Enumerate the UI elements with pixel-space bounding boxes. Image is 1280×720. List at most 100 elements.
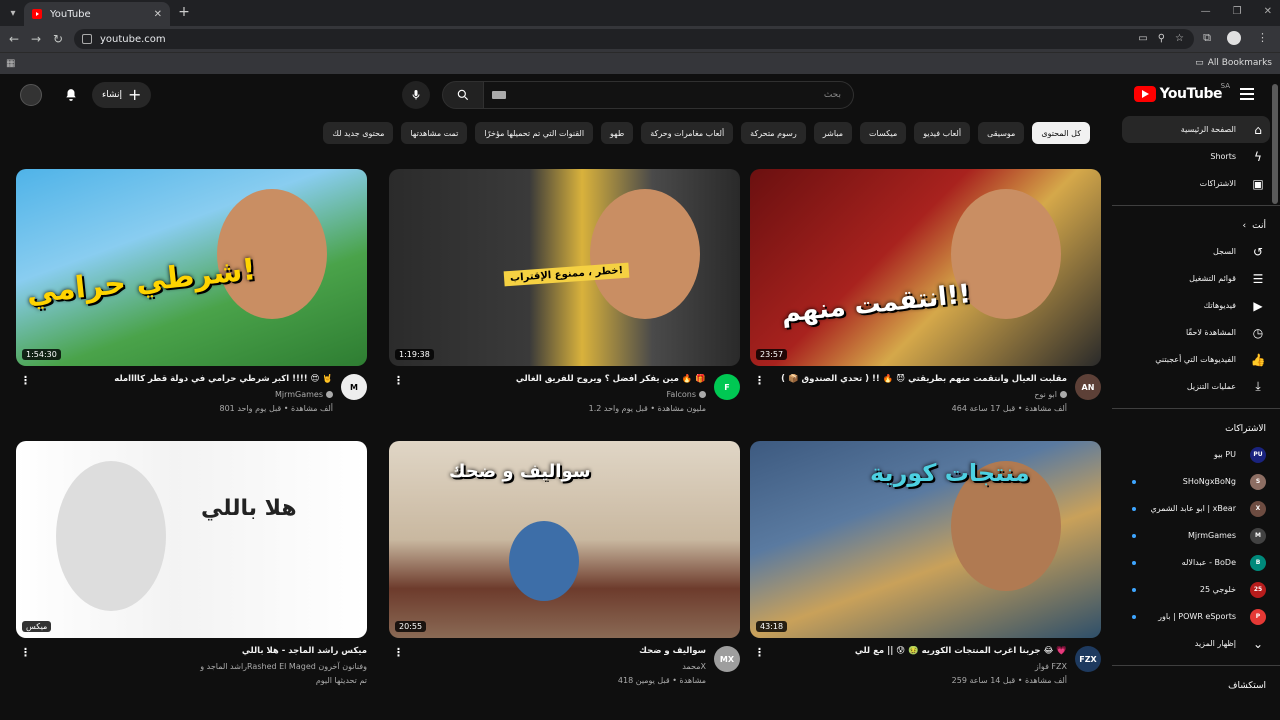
sidebar-subscription[interactable]: خلوجي 25 25 (1112, 576, 1280, 603)
maximize-icon[interactable]: ❐ (1233, 6, 1242, 17)
channel-name[interactable]: Falcons (666, 390, 706, 399)
browser-tab[interactable]: YouTube ✕ (24, 2, 170, 26)
video-thumbnail[interactable]: سواليف و ضحك 20:55 (389, 441, 740, 638)
youtube-logo[interactable]: YouTube SA (1133, 82, 1230, 102)
zoom-icon[interactable]: ⚲ (1158, 33, 1165, 44)
sidebar-item[interactable]: الاشتراكات ▣ (1112, 170, 1280, 197)
video-card[interactable]: شرطي حرامي! 1:54:30 M اكبر شرطي حرامي في دو… (16, 169, 367, 426)
notifications-bell-icon[interactable] (62, 86, 80, 104)
profile-avatar[interactable] (1227, 31, 1241, 45)
sidebar-subscription[interactable]: بيو PU PU (1112, 441, 1280, 468)
sidebar-section-heading[interactable]: ‹ أنت (1112, 214, 1280, 238)
create-button[interactable]: إنشاء + (92, 82, 152, 108)
video-title[interactable]: مين يفكر أفضل ؟ ويروح للفريق الغالي 🔥 🎁 (406, 374, 706, 384)
scrollbar-thumb[interactable] (1272, 84, 1278, 204)
filter-chip[interactable]: ألعاب فيديو (914, 122, 971, 144)
verified-check-icon (699, 391, 706, 398)
sidebar-item[interactable]: قوائم التشغيل ☰ (1112, 265, 1280, 292)
keyboard-icon[interactable] (492, 91, 506, 99)
filter-chip[interactable]: طهو (601, 122, 634, 144)
tab-close-icon[interactable]: ✕ (154, 9, 162, 20)
channel-name[interactable]: راشد الماجد وRashed El Maged وفنانون آخر… (200, 662, 367, 671)
guide-menu-icon[interactable] (1240, 88, 1254, 100)
account-avatar[interactable] (20, 84, 42, 106)
reload-icon[interactable]: ↻ (50, 31, 66, 47)
channel-avatar[interactable]: F (714, 374, 740, 400)
sidebar-item[interactable]: السجل ↺ (1112, 238, 1280, 265)
filter-chip[interactable]: ألعاب مغامرات وحركة (641, 122, 734, 144)
subscription-label: باور | POWR eSports (1158, 612, 1236, 621)
address-bar[interactable]: youtube.com ▭ ⚲ ☆ (74, 29, 1194, 49)
video-title[interactable]: مقلبت العيال وانتقمت منهم بطريقتي 😈 🔥 !!… (767, 374, 1067, 384)
video-title[interactable]: سواليف و ضحك (406, 646, 706, 656)
more-options-icon[interactable]: ⋮ (754, 646, 765, 659)
sidebar-subscription[interactable]: ابو عابد الشمري | xBear X (1112, 495, 1280, 522)
channel-name[interactable]: فواز FZX (1035, 662, 1067, 671)
new-tab-icon[interactable]: + (176, 4, 192, 20)
channel-avatar[interactable]: AN (1075, 374, 1101, 400)
channel-avatar[interactable]: FZX (1075, 646, 1101, 672)
sidebar-subscription[interactable]: SHoNgxBoNg S (1112, 468, 1280, 495)
filter-chip[interactable]: موسيقى (978, 122, 1025, 144)
sidebar-item[interactable]: Shorts ϟ (1112, 143, 1280, 170)
more-options-icon[interactable]: ⋮ (393, 374, 404, 387)
video-thumbnail[interactable]: هلا باللي ميكس (16, 441, 367, 638)
sidebar-subscription[interactable]: عبدالاله - BoDe B (1112, 549, 1280, 576)
filter-chip[interactable]: محتوى جديد لك (323, 122, 394, 144)
search-input[interactable] (484, 81, 854, 109)
video-card[interactable]: انتقمت منهم!! 23:57 AN مقلبت العيال وانتقمت… (750, 169, 1101, 426)
all-bookmarks[interactable]: ▭ All Bookmarks (1195, 58, 1272, 68)
sidebar-item[interactable]: عمليات التنزيل ⤓ (1112, 373, 1280, 400)
more-options-icon[interactable]: ⋮ (754, 374, 765, 387)
extensions-icon[interactable]: ⧉ (1203, 31, 1211, 45)
channel-avatar[interactable]: M (341, 374, 367, 400)
filter-chip[interactable]: القنوات التي تم تحميلها مؤخرًا (475, 122, 594, 144)
filter-chip[interactable]: رسوم متحركة (741, 122, 806, 144)
voice-search-button[interactable] (402, 81, 430, 109)
filter-chip[interactable]: كل المحتوى (1032, 122, 1090, 144)
new-content-dot (1132, 480, 1136, 484)
sidebar-subscription[interactable]: MjrmGames M (1112, 522, 1280, 549)
channel-name[interactable]: MjrmGames (275, 390, 333, 399)
cast-icon[interactable]: ▭ (1138, 33, 1147, 44)
video-title[interactable]: جربنا اغرب المنتجات الكوريه 🤢 😰 || مع لل… (767, 646, 1067, 656)
video-thumbnail[interactable]: شرطي حرامي! 1:54:30 (16, 169, 367, 366)
channel-avatar[interactable]: MX (714, 646, 740, 672)
sidebar-item-label: فيديوهاتك (1203, 301, 1236, 310)
site-info-icon[interactable] (82, 34, 92, 44)
video-card[interactable]: منتجات كورية 43:18 FZX جربنا اغرب المنتجات … (750, 441, 1101, 698)
video-title[interactable]: اكبر شرطي حرامي في دولة قطر كاااامله !!!… (33, 374, 333, 384)
video-card[interactable]: سواليف و ضحك 20:55 MX سواليف و ضحك محمدX 418 … (389, 441, 740, 698)
apps-grid-icon[interactable]: ▦ (6, 58, 15, 69)
video-title[interactable]: ميكس راشد الماجد - هلا باللي (67, 646, 367, 656)
tab-search-icon[interactable]: ▾ (4, 4, 22, 22)
video-card[interactable]: خطر ، ممنوع الإقتراب! 1:19:38 F مين يفكر أف… (389, 169, 740, 426)
video-thumbnail[interactable]: خطر ، ممنوع الإقتراب! 1:19:38 (389, 169, 740, 366)
bookmark-star-icon[interactable]: ☆ (1175, 33, 1184, 44)
minimize-icon[interactable]: — (1201, 6, 1211, 17)
back-icon[interactable]: ← (6, 31, 22, 47)
sidebar-item[interactable]: فيديوهاتك ▶ (1112, 292, 1280, 319)
filter-chip[interactable]: ميكسات (860, 122, 907, 144)
sidebar-item[interactable]: المشاهدة لاحقًا ◷ (1112, 319, 1280, 346)
sidebar-item[interactable]: الصفحة الرئيسية ⌂ (1122, 116, 1270, 143)
video-thumbnail[interactable]: انتقمت منهم!! 23:57 (750, 169, 1101, 366)
more-options-icon[interactable]: ⋮ (20, 646, 31, 659)
filter-chip[interactable]: تمت مشاهدتها (401, 122, 468, 144)
sidebar-subscription[interactable]: باور | POWR eSports P (1112, 603, 1280, 630)
video-thumbnail[interactable]: منتجات كورية 43:18 (750, 441, 1101, 638)
browser-menu-icon[interactable]: ⋮ (1257, 31, 1268, 45)
show-more-button[interactable]: إظهار المزيد ⌄ (1112, 630, 1280, 657)
channel-name[interactable]: محمدX (682, 662, 706, 671)
close-window-icon[interactable]: ✕ (1264, 6, 1272, 17)
forward-icon[interactable]: → (28, 31, 44, 47)
sidebar-item[interactable]: الفيديوهات التي أعجبتني 👍 (1112, 346, 1280, 373)
channel-name[interactable]: ابو نوح (1034, 390, 1067, 399)
video-card[interactable]: هلا باللي ميكس ميكس راشد الماجد - هلا بالل… (16, 441, 367, 698)
more-options-icon[interactable]: ⋮ (20, 374, 31, 387)
more-options-icon[interactable]: ⋮ (393, 646, 404, 659)
filter-chip[interactable]: مباشر (813, 122, 853, 144)
page-scrollbar[interactable] (1272, 74, 1278, 720)
subscription-label: عبدالاله - BoDe (1181, 558, 1236, 567)
search-button[interactable] (442, 81, 484, 109)
